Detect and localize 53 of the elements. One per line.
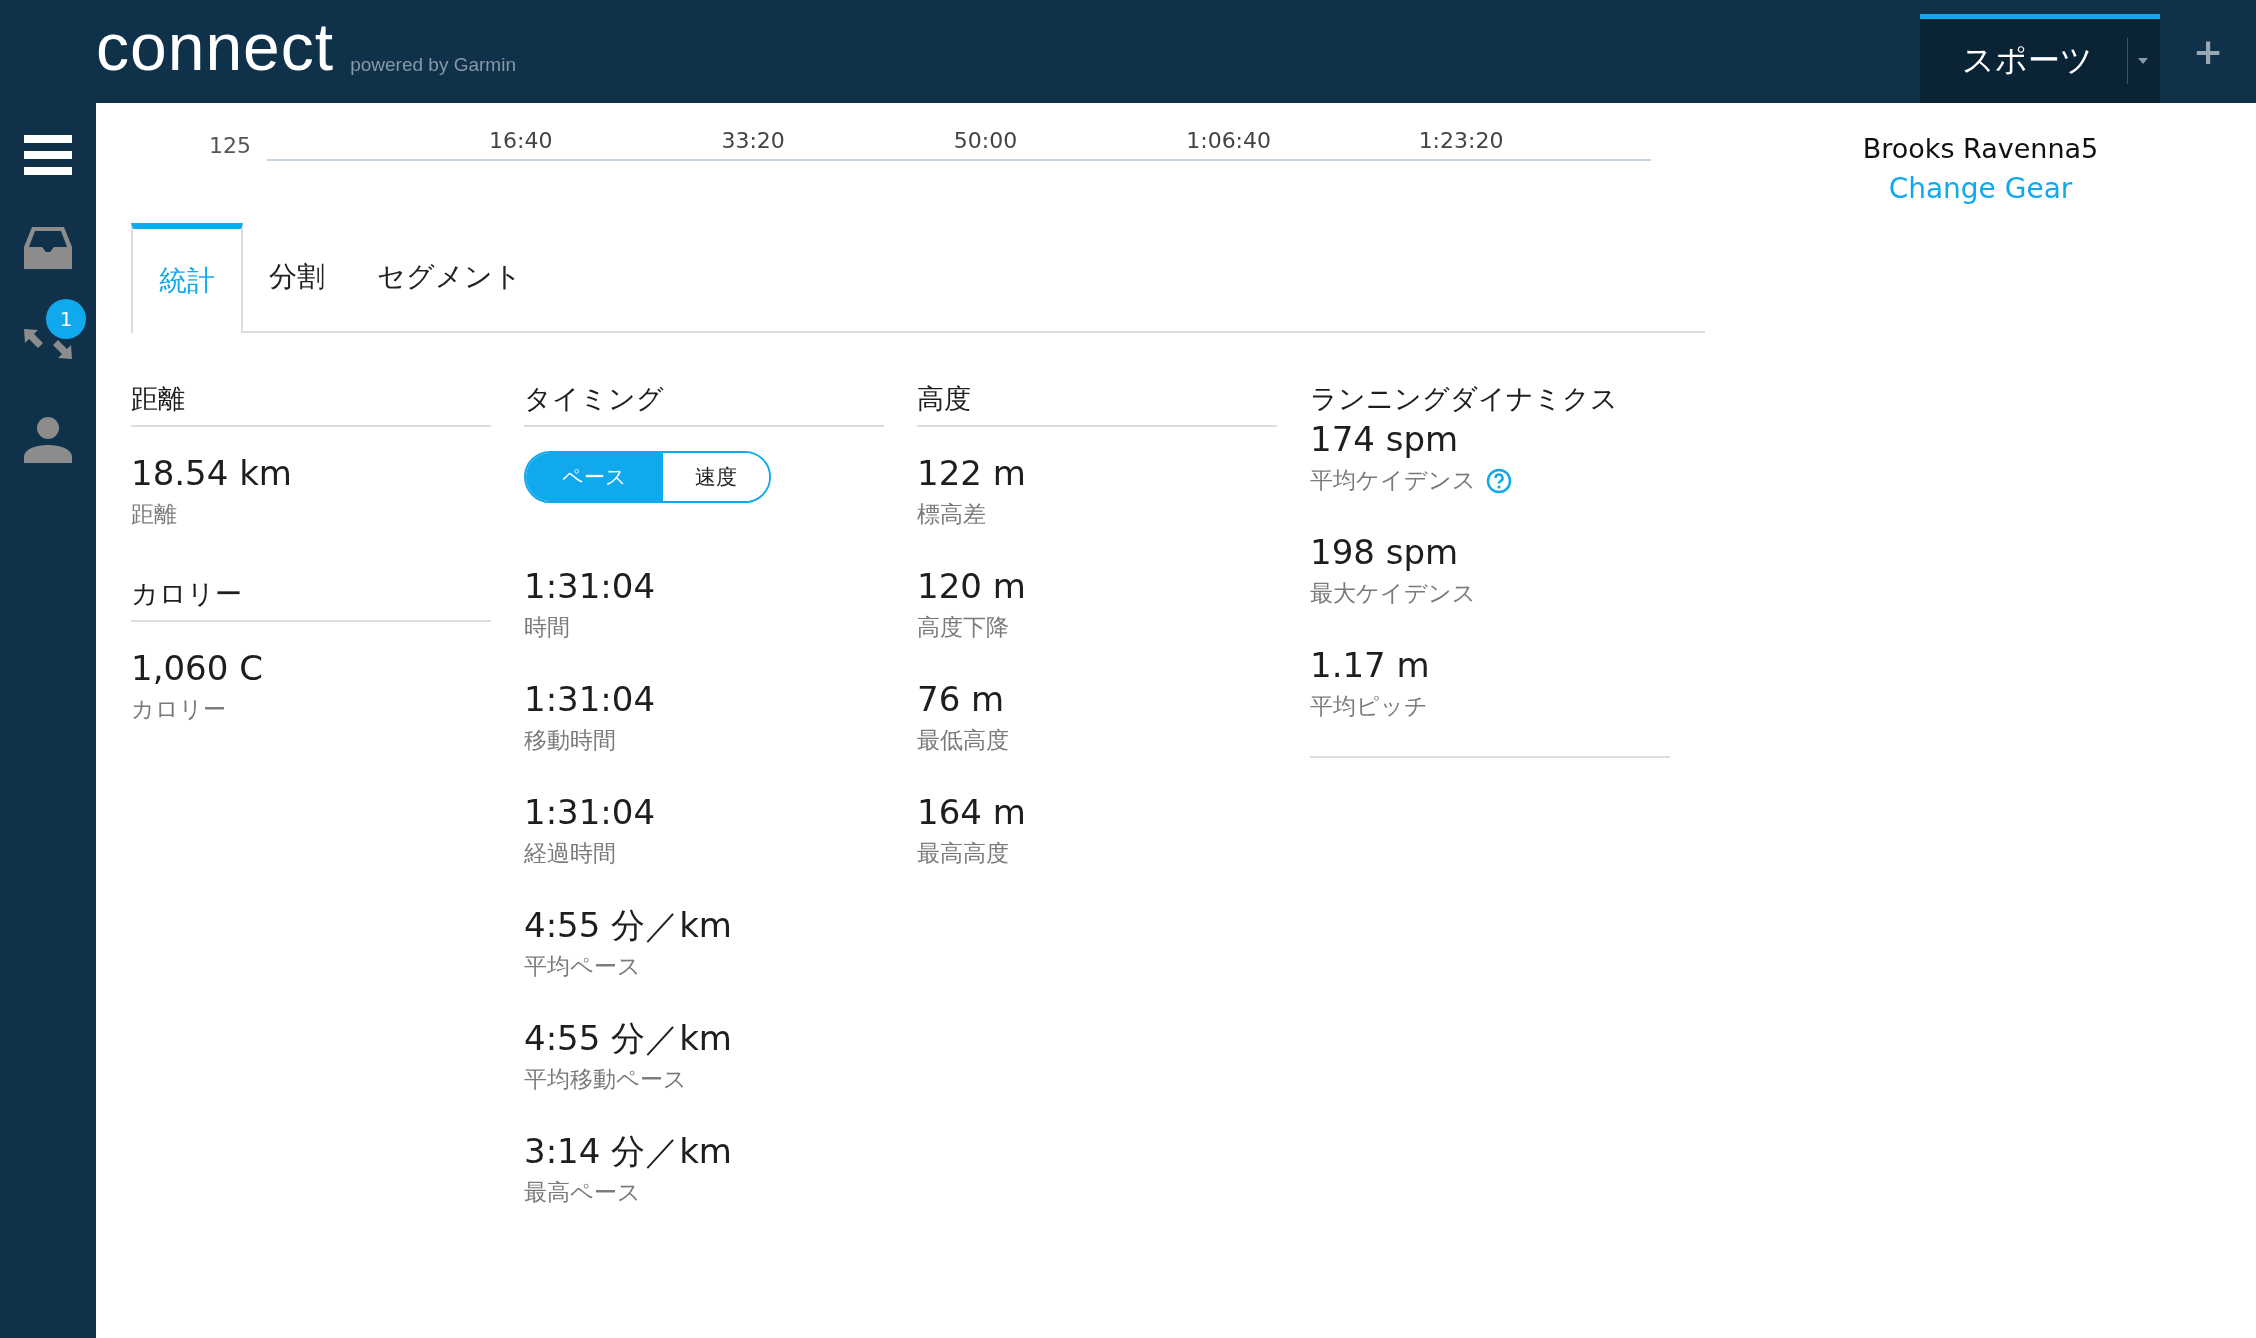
add-button[interactable]: + — [2160, 30, 2256, 73]
stat-value: 1,060 C — [131, 647, 264, 690]
help-icon[interactable] — [1486, 467, 1512, 494]
stat-label: 平均ペース — [524, 952, 641, 981]
stat-value: 198 spm — [1310, 531, 1460, 574]
stat-value: 1:31:04 — [524, 565, 657, 608]
stat-value: 1.17 m — [1310, 644, 1431, 687]
stat-value: 120 m — [917, 565, 1027, 608]
stat-label: カロリー — [131, 695, 226, 724]
caret-icon — [2127, 38, 2148, 84]
stat-value: 76 m — [917, 678, 1006, 721]
stat-value: 122 m — [917, 452, 1027, 495]
sport-menu[interactable]: スポーツ — [1920, 14, 2160, 103]
stat-value: 3:14 分／km — [524, 1130, 733, 1173]
profile-icon[interactable] — [24, 415, 72, 463]
stat-label: 最高ペース — [524, 1178, 641, 1207]
notification-badge: 1 — [46, 299, 86, 339]
stat-label: 距離 — [131, 500, 177, 529]
axis-label: 125 — [208, 135, 251, 157]
gear-name: Brooks Ravenna5 — [1862, 133, 2099, 164]
stat-value: 4:55 分／km — [524, 904, 733, 947]
stat-label: 平均ケイデンス — [1310, 466, 1476, 495]
stat-label: 時間 — [524, 613, 570, 642]
stat-label: 経過時間 — [524, 839, 616, 868]
stat-value: 4:55 分／km — [524, 1017, 733, 1060]
logo[interactable]: connect — [96, 13, 335, 80]
stat-label: 高度下降 — [917, 613, 1009, 642]
stat-label: 平均ピッチ — [1310, 692, 1428, 721]
stat-value: 1:31:04 — [524, 678, 657, 721]
axis-label: 1:06:40 — [1186, 128, 1273, 153]
stat-label: 最低高度 — [917, 726, 1009, 755]
section-heading: カロリー — [131, 576, 491, 622]
stat-label: 平均移動ペース — [524, 1065, 687, 1094]
stat-label: 標高差 — [917, 500, 986, 529]
stat-value: 18.54 km — [131, 452, 293, 495]
axis-label: 1:23:20 — [1418, 128, 1505, 153]
stat-label: 移動時間 — [524, 726, 616, 755]
section-heading: 高度 — [917, 381, 1277, 427]
axis-label: 33:20 — [721, 128, 786, 153]
inbox-icon[interactable] — [24, 227, 72, 269]
axis-label: 50:00 — [953, 128, 1019, 153]
stat-value: 1:31:04 — [524, 791, 657, 834]
section-heading: タイミング — [524, 381, 884, 427]
section-heading: 距離 — [131, 381, 491, 427]
stat-label: 最高高度 — [917, 839, 1009, 868]
section-heading: ランニングダイナミクス — [1310, 382, 1619, 416]
axis-label: 16:40 — [489, 128, 554, 153]
stat-value: 164 m — [917, 791, 1027, 834]
stat-value: 174 spm — [1310, 418, 1460, 461]
arrows-icon[interactable] — [24, 329, 72, 359]
menu-icon[interactable] — [24, 135, 72, 175]
stat-label: 最大ケイデンス — [1310, 579, 1476, 608]
tagline: powered by Garmin — [350, 53, 516, 76]
